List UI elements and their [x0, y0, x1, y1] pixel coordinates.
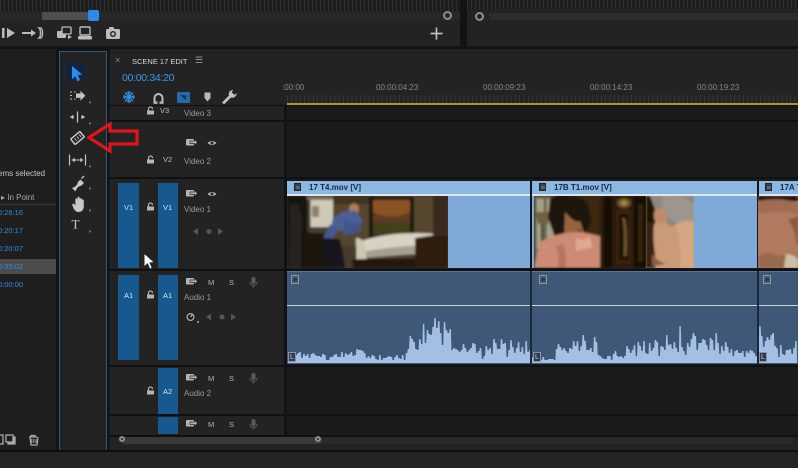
svg-text:M: M	[208, 374, 214, 383]
svg-text:M: M	[208, 420, 214, 429]
svg-text:S: S	[229, 278, 234, 287]
svg-text:M: M	[208, 278, 214, 287]
svg-text:S: S	[229, 374, 234, 383]
svg-text:T: T	[72, 217, 80, 232]
svg-text:S: S	[229, 420, 234, 429]
